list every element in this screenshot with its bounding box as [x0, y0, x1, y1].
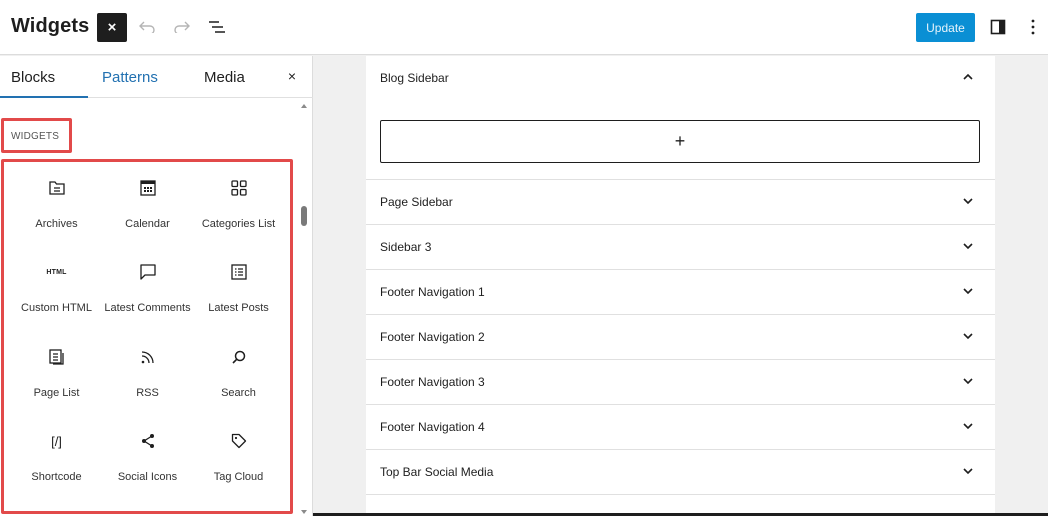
block-latest-posts[interactable]: Latest Posts [193, 250, 284, 334]
widget-areas-list: Blog Sidebar + Page Sidebar Sidebar 3 Fo… [366, 56, 995, 516]
widget-area-sidebar-3[interactable]: Sidebar 3 [366, 225, 995, 270]
block-label: Custom HTML [21, 302, 92, 314]
widget-area-label: Blog Sidebar [380, 71, 449, 85]
block-label: Categories List [201, 218, 276, 230]
block-label: Archives [35, 218, 78, 230]
block-label: Social Icons [117, 471, 178, 483]
block-label: Latest Posts [208, 302, 269, 314]
page-title: Widgets [11, 15, 90, 37]
widget-area-footer-navigation-1[interactable]: Footer Navigation 1 [366, 270, 995, 315]
block-shortcode[interactable]: [/] Shortcode [11, 419, 102, 503]
chevron-down-icon[interactable] [961, 419, 975, 433]
widget-area-page-sidebar[interactable]: Page Sidebar [366, 180, 995, 225]
widget-area-label: Page Sidebar [380, 195, 453, 209]
editor-header: Widgets × Update [0, 0, 1048, 55]
page-list-icon [11, 347, 102, 367]
chevron-down-icon[interactable] [961, 374, 975, 388]
block-search[interactable]: Search [193, 335, 284, 419]
block-label: Latest Comments [104, 302, 191, 314]
block-social-icons[interactable]: Social Icons [102, 419, 193, 503]
chevron-down-icon[interactable] [961, 194, 975, 208]
chevron-down-icon[interactable] [961, 239, 975, 253]
widget-area-top-bar-social-media[interactable]: Top Bar Social Media [366, 450, 995, 495]
widget-area-label: Footer Navigation 3 [380, 375, 485, 389]
list-view-icon[interactable] [205, 15, 229, 39]
widget-area-footer-navigation-4[interactable]: Footer Navigation 4 [366, 405, 995, 450]
widget-area-label: Footer Navigation 2 [380, 330, 485, 344]
search-icon [193, 347, 284, 367]
update-button[interactable]: Update [916, 13, 975, 42]
undo-icon[interactable] [135, 15, 159, 39]
tab-media[interactable]: Media [204, 69, 245, 86]
inserter-scrollbar[interactable] [297, 104, 311, 514]
more-options-icon[interactable] [1021, 15, 1045, 39]
block-label: Tag Cloud [213, 471, 264, 483]
html-icon: HTML [46, 268, 67, 276]
block-tag-cloud[interactable]: Tag Cloud [193, 419, 284, 503]
calendar-icon [102, 178, 193, 198]
close-icon[interactable]: × [283, 67, 301, 85]
widget-area-footer-navigation-3[interactable]: Footer Navigation 3 [366, 360, 995, 405]
close-inserter-button[interactable]: × [97, 13, 127, 42]
tag-icon [193, 431, 284, 451]
widget-area-label: Footer Navigation 1 [380, 285, 485, 299]
block-label: Calendar [125, 218, 170, 230]
block-rss[interactable]: RSS [102, 335, 193, 419]
comment-icon [102, 262, 193, 282]
inserter-tabs: Blocks Patterns Media × [0, 56, 313, 98]
scroll-down-arrow-icon[interactable] [301, 510, 307, 514]
tab-blocks[interactable]: Blocks [11, 69, 55, 86]
block-inserter-panel: Blocks Patterns Media × WIDGETS Archives… [0, 56, 313, 516]
widget-area-label: Footer Navigation 4 [380, 420, 485, 434]
widget-area-blog-sidebar[interactable]: Blog Sidebar + [366, 56, 995, 180]
widget-area-label: Top Bar Social Media [380, 465, 494, 479]
shortcode-icon: [/] [51, 433, 62, 449]
categories-icon [193, 178, 284, 198]
list-icon [193, 262, 284, 282]
block-custom-html[interactable]: HTML Custom HTML [11, 250, 102, 334]
block-label: Search [221, 387, 256, 399]
block-label: Shortcode [31, 471, 82, 483]
block-archives[interactable]: Archives [11, 166, 102, 250]
widget-area-footer-navigation-2[interactable]: Footer Navigation 2 [366, 315, 995, 360]
block-label: RSS [136, 387, 159, 399]
settings-sidebar-icon[interactable] [986, 15, 1010, 39]
block-page-list[interactable]: Page List [11, 335, 102, 419]
block-calendar[interactable]: Calendar [102, 166, 193, 250]
block-label: Page List [33, 387, 80, 399]
rss-icon [102, 347, 193, 367]
chevron-down-icon[interactable] [961, 464, 975, 478]
active-tab-indicator [0, 96, 88, 98]
chevron-up-icon[interactable] [961, 70, 975, 84]
scroll-up-arrow-icon[interactable] [301, 104, 307, 108]
editor-canvas-margin [995, 56, 1048, 516]
category-highlight-box [1, 118, 72, 153]
archive-icon [11, 178, 102, 198]
chevron-down-icon[interactable] [961, 329, 975, 343]
widget-area-label: Sidebar 3 [380, 240, 432, 254]
share-icon [102, 431, 193, 451]
redo-icon[interactable] [170, 15, 194, 39]
chevron-down-icon[interactable] [961, 284, 975, 298]
tab-patterns[interactable]: Patterns [102, 69, 158, 86]
scrollbar-thumb[interactable] [301, 206, 307, 226]
block-categories-list[interactable]: Categories List [193, 166, 284, 250]
block-latest-comments[interactable]: Latest Comments [102, 250, 193, 334]
add-block-button[interactable]: + [380, 120, 980, 163]
